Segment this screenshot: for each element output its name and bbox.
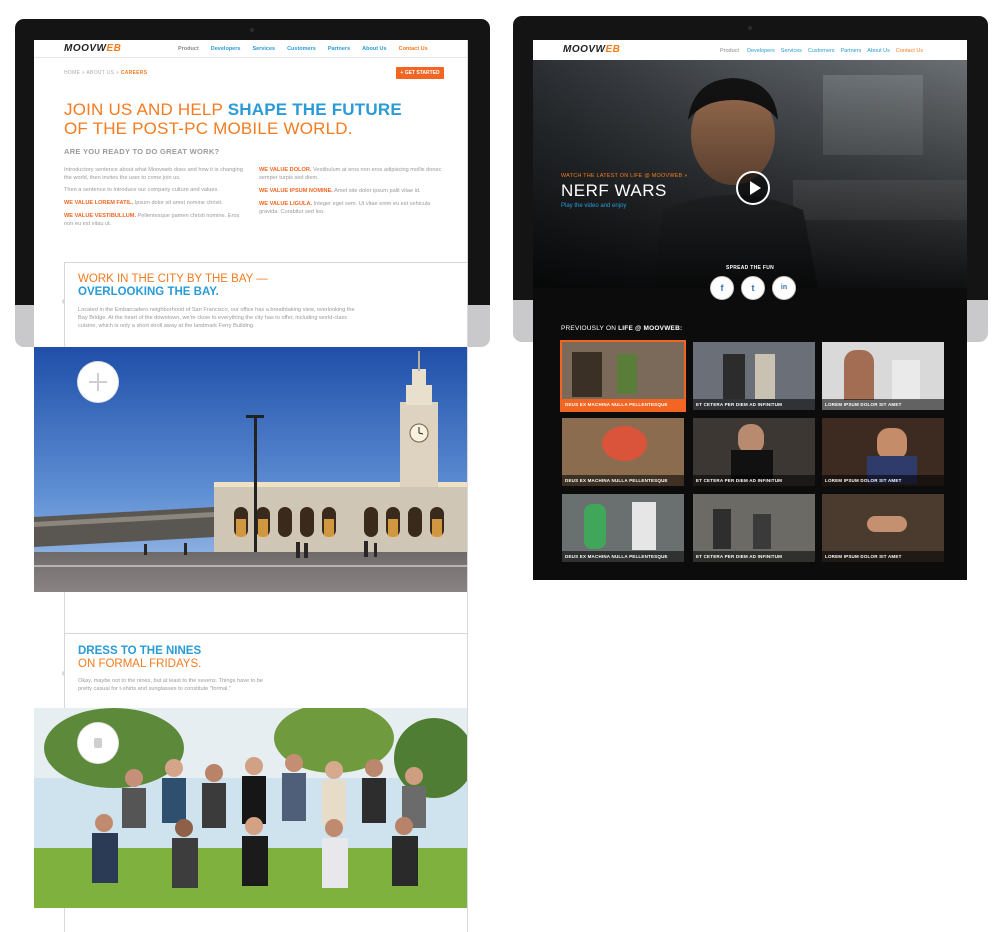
breadcrumb-home[interactable]: HOME	[64, 70, 80, 76]
thumb-figure	[892, 360, 920, 400]
thumb-figure	[867, 516, 907, 532]
video-thumb[interactable]: ET CETERA PER DIEM AD INFINITUM	[693, 418, 815, 486]
thumb-figure	[584, 504, 606, 549]
video-caption: DEUS EX MACHINA NULLA PELLENTESQUE	[562, 475, 684, 486]
video-thumb[interactable]: DEUS EX MACHINA NULLA PELLENTESQUE	[562, 494, 684, 562]
thumb-figure	[713, 509, 731, 549]
breadcrumb-about[interactable]: ABOUT US	[86, 70, 114, 76]
video-caption: LOREM IPSUM DOLOR SIT AMET	[822, 551, 944, 562]
intro-paragraph: Introductory sentence about what Moovweb…	[64, 167, 243, 181]
nav-product[interactable]: Product	[720, 48, 739, 54]
value-item: WE VALUE LIGULA. Integer eget sem. Ut vi…	[259, 201, 431, 215]
video-thumb[interactable]: LOREM IPSUM DOLOR SIT AMET	[822, 342, 944, 410]
value-item: WE VALUE DOLOR. Vestibulum at eros non e…	[259, 167, 442, 181]
facebook-icon[interactable]: f	[710, 276, 734, 300]
nav-customers[interactable]: Customers	[808, 48, 835, 54]
nav-customers[interactable]: Customers	[287, 46, 316, 52]
people-icon	[94, 738, 102, 748]
section-icon-circle-2	[78, 723, 118, 763]
thumb-figure	[572, 352, 602, 397]
video-thumb[interactable]: DEUS EX MACHINA NULLA PELLENTESQUE	[560, 340, 686, 412]
hero-title: NERF WARS	[561, 181, 667, 200]
thumb-figure	[632, 502, 656, 550]
video-thumb[interactable]: LOREM IPSUM DOLOR SIT AMET	[822, 418, 944, 486]
left-screen: MOOVWEB Product Developers Services Cust…	[34, 40, 468, 932]
page-title: JOIN US AND HELP SHAPE THE FUTURE OF THE…	[64, 100, 402, 138]
video-caption: DEUS EX MACHINA NULLA PELLENTESQUE	[562, 551, 684, 562]
video-caption: ET CETERA PER DIEM AD INFINITUM	[693, 551, 815, 562]
nav-developers[interactable]: Developers	[211, 46, 241, 52]
thumb-figure	[602, 426, 647, 461]
nav-contact-us[interactable]: Contact Us	[399, 46, 428, 52]
nav-product[interactable]: Product	[178, 46, 199, 52]
nav-about-us[interactable]: About Us	[362, 46, 386, 52]
nav-partners[interactable]: Partners	[840, 48, 861, 54]
video-caption: LOREM IPSUM DOLOR SIT AMET	[822, 399, 944, 410]
video-thumb[interactable]: DEUS EX MACHINA NULLA PELLENTESQUE	[562, 418, 684, 486]
logo[interactable]: MOOVWEB	[563, 44, 620, 55]
logo[interactable]: MOOVWEB	[64, 43, 121, 54]
value-item: WE VALUE LOREM FATIL. Ipsum dolor sit am…	[64, 200, 223, 206]
right-screen: MOOVWEB Product Developers Services Cust…	[533, 40, 967, 580]
nines-section-title: DRESS TO THE NINES ON FORMAL FRIDAYS.	[78, 645, 202, 670]
breadcrumb: HOME » ABOUT US » CAREERS	[64, 70, 148, 76]
twitter-icon[interactable]: t	[741, 276, 765, 300]
previously-heading: PREVIOUSLY ON LIFE @ MOOVWEB:	[561, 325, 683, 332]
left-camera	[250, 28, 254, 32]
value-item: WE VALUE IPSUM NOMINE. Amet site dolor i…	[259, 188, 421, 194]
video-thumb[interactable]: ET CETERA PER DIEM AD INFINITUM	[693, 342, 815, 410]
video-thumb[interactable]: ET CETERA PER DIEM AD INFINITUM	[693, 494, 815, 562]
right-camera	[748, 26, 752, 30]
video-caption: DEUS EX MACHINA NULLA PELLENTESQUE	[562, 399, 684, 410]
intro-column-left: Introductory sentence about what Moovweb…	[64, 166, 250, 233]
section-icon-circle	[78, 362, 118, 402]
value-item: WE VALUE VESTIBULLUM. Pellentesque pamen…	[64, 213, 240, 227]
intro-column-right: WE VALUE DOLOR. Vestibulum at eros non e…	[259, 166, 445, 221]
bay-section-title: WORK IN THE CITY BY THE BAY — OVERLOOKIN…	[78, 273, 268, 298]
share-label: SPREAD THE FUN	[725, 265, 775, 271]
video-caption: ET CETERA PER DIEM AD INFINITUM	[693, 475, 815, 486]
nav-developers[interactable]: Developers	[747, 48, 775, 54]
subheading: ARE YOU READY TO DO GREAT WORK?	[64, 147, 220, 156]
nav-contact-us[interactable]: Contact Us	[896, 48, 923, 54]
header-divider	[34, 57, 468, 58]
thumb-figure	[844, 350, 874, 400]
video-thumb[interactable]: LOREM IPSUM DOLOR SIT AMET	[822, 494, 944, 562]
get-started-button[interactable]: + GET STARTED	[396, 67, 444, 79]
nav-about-us[interactable]: About Us	[867, 48, 890, 54]
play-button[interactable]	[736, 171, 770, 205]
play-icon	[750, 181, 761, 195]
hero-link[interactable]: Play the video and enjoy	[561, 203, 626, 209]
thumb-figure	[753, 514, 771, 549]
video-caption: LOREM IPSUM DOLOR SIT AMET	[822, 475, 944, 486]
main-nav: Product Developers Services Customers Pa…	[708, 48, 923, 54]
nav-partners[interactable]: Partners	[328, 46, 350, 52]
plus-icon-vertical	[97, 373, 99, 391]
main-nav: Product Developers Services Customers Pa…	[166, 46, 428, 52]
thumb-figure	[755, 354, 775, 399]
thumb-figure	[723, 354, 745, 399]
nines-section-text: Okay, maybe not to the nines, but at lea…	[78, 678, 264, 692]
video-caption: ET CETERA PER DIEM AD INFINITUM	[693, 399, 815, 410]
intro-culture: Then a sentence to introduce our company…	[64, 187, 219, 193]
linkedin-icon[interactable]: in	[772, 276, 796, 300]
hero-kicker[interactable]: WATCH THE LATEST ON LIFE @ MOOVWEB »	[561, 173, 687, 179]
bay-section-text: Located in the Embarcadero neighborhood …	[78, 307, 355, 329]
thumb-figure	[617, 354, 637, 394]
page-edge	[467, 40, 468, 932]
breadcrumb-current: CAREERS	[120, 70, 148, 76]
nav-services[interactable]: Services	[781, 48, 802, 54]
nav-services[interactable]: Services	[252, 46, 275, 52]
